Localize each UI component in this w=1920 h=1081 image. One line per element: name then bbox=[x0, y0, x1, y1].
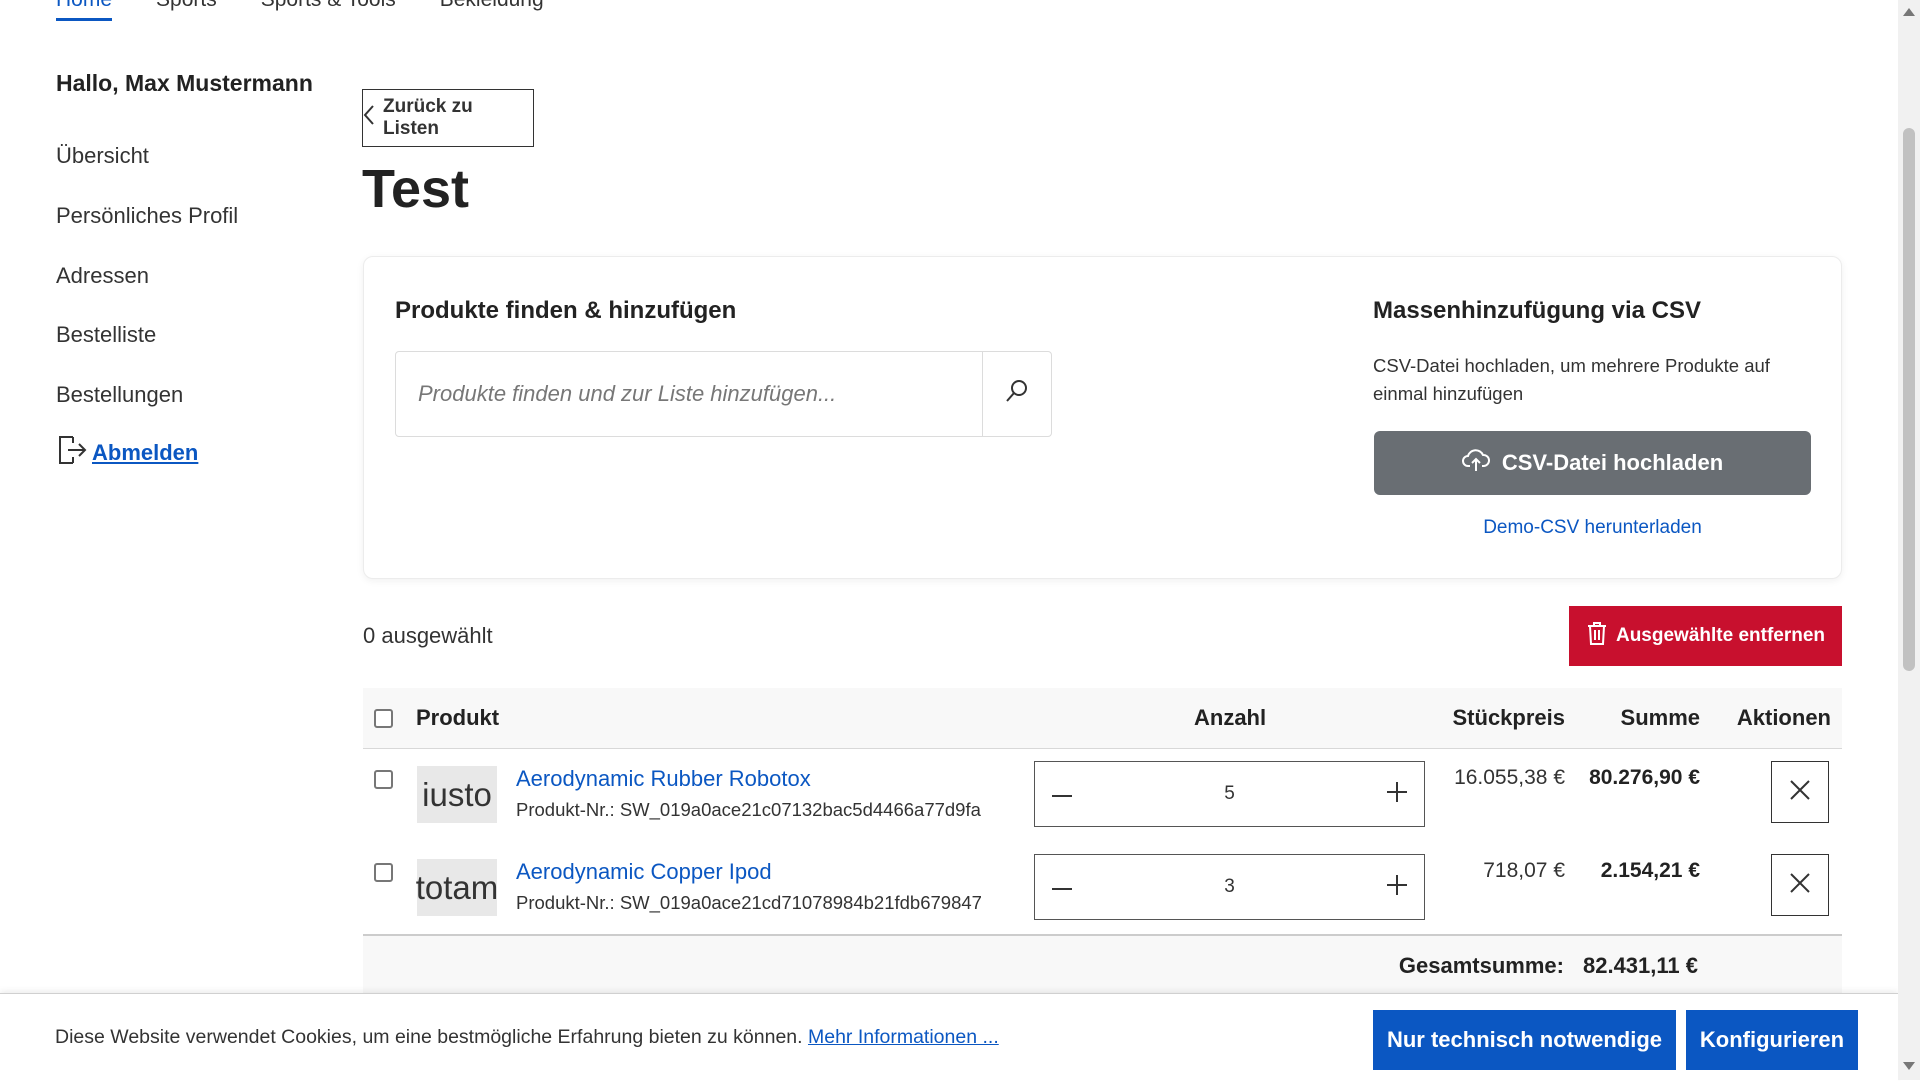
row-checkbox[interactable] bbox=[374, 863, 393, 882]
trash-icon bbox=[1586, 620, 1608, 652]
back-button-label: Zurück zu Listen bbox=[383, 96, 473, 139]
unit-price: 718,07 € bbox=[1483, 859, 1565, 882]
chevron-left-icon bbox=[363, 104, 375, 132]
csv-upload-label: CSV-Datei hochladen bbox=[1501, 450, 1724, 475]
remove-selected-button[interactable]: Ausgewählte entfernen bbox=[1569, 606, 1842, 666]
cookie-more-info-link[interactable]: Mehr Informationen ... bbox=[808, 1026, 999, 1048]
plus-icon bbox=[1386, 781, 1407, 807]
nav-item-bekleidung[interactable]: Bekleidung bbox=[440, 0, 544, 21]
row-checkbox[interactable] bbox=[374, 770, 393, 789]
remove-selected-label: Ausgewählte entfernen bbox=[1615, 625, 1826, 646]
csv-section-title: Massenhinzufügung via CSV bbox=[1373, 297, 1702, 324]
search-button[interactable] bbox=[982, 352, 1051, 436]
nav-item-sports[interactable]: Sports bbox=[156, 0, 217, 21]
logout-label[interactable]: Abmelden bbox=[92, 440, 198, 466]
logout-icon bbox=[56, 433, 88, 472]
minus-icon bbox=[1052, 785, 1072, 803]
selected-count: 0 ausgewählt bbox=[363, 623, 493, 648]
decrease-quantity-button[interactable] bbox=[1047, 872, 1077, 902]
decrease-quantity-button[interactable] bbox=[1047, 779, 1077, 809]
remove-item-button[interactable] bbox=[1771, 761, 1829, 823]
minus-icon bbox=[1052, 878, 1072, 896]
search-icon bbox=[1005, 379, 1029, 410]
page-title: Test bbox=[362, 159, 470, 219]
logout-link[interactable]: Abmelden bbox=[56, 433, 198, 472]
account-greeting: Hallo, Max Mustermann bbox=[56, 70, 313, 96]
quantity-stepper: 3 bbox=[1034, 854, 1425, 920]
increase-quantity-button[interactable] bbox=[1382, 872, 1412, 902]
sidebar-item-profile[interactable]: Persönliches Profil bbox=[56, 203, 238, 229]
csv-upload-button[interactable]: CSV-Datei hochladen bbox=[1374, 431, 1811, 495]
unit-price: 16.055,38 € bbox=[1454, 766, 1565, 789]
scrollbar-thumb[interactable] bbox=[1903, 128, 1915, 671]
sidebar-item-addresses[interactable]: Adressen bbox=[56, 263, 149, 289]
header-sum: Summe bbox=[1620, 705, 1700, 730]
header-quantity: Anzahl bbox=[1194, 705, 1267, 730]
quantity-value[interactable]: 5 bbox=[1224, 783, 1235, 805]
product-thumbnail: totam bbox=[416, 859, 498, 916]
page-scrollbar[interactable] bbox=[1898, 0, 1920, 1080]
sidebar-item-orders[interactable]: Bestellungen bbox=[56, 382, 183, 408]
cookie-banner: Diese Website verwendet Cookies, um eine… bbox=[0, 993, 1898, 1081]
quantity-stepper: 5 bbox=[1034, 761, 1425, 827]
product-search bbox=[395, 351, 1052, 437]
nav-item-home[interactable]: Home bbox=[56, 0, 113, 21]
header-unit-price: Stückpreis bbox=[1452, 705, 1566, 730]
demo-csv-download-link[interactable]: Demo-CSV herunterladen bbox=[1374, 517, 1811, 539]
header-actions: Aktionen bbox=[1736, 705, 1831, 730]
quantity-value[interactable]: 3 bbox=[1224, 876, 1235, 898]
sidebar-item-overview[interactable]: Übersicht bbox=[56, 143, 149, 169]
scroll-up-arrow-icon[interactable] bbox=[1903, 8, 1915, 16]
cookie-configure-button[interactable]: Konfigurieren bbox=[1686, 1010, 1858, 1070]
product-search-input[interactable] bbox=[396, 352, 982, 436]
search-section-title: Produkte finden & hinzufügen bbox=[395, 297, 737, 324]
table-row: iusto Aerodynamic Rubber Robotox Produkt… bbox=[363, 749, 1842, 843]
close-icon bbox=[1789, 872, 1811, 899]
table-row: totam Aerodynamic Copper Ipod Produkt-Nr… bbox=[363, 842, 1842, 936]
table-header: Produkt Anzahl Stückpreis Summe Aktionen bbox=[363, 688, 1842, 749]
cookie-text-container: Diese Website verwendet Cookies, um eine… bbox=[55, 1026, 999, 1049]
total-value: 82.431,11 € bbox=[1582, 953, 1698, 978]
table-total-row: Gesamtsumme: 82.431,11 € bbox=[363, 934, 1842, 996]
product-name-link[interactable]: Aerodynamic Rubber Robotox bbox=[516, 766, 811, 792]
header-product: Produkt bbox=[416, 705, 500, 730]
product-number: Produkt-Nr.: SW_019a0ace21c07132bac5d446… bbox=[516, 799, 981, 820]
nav-item-sports-tools[interactable]: Sports & Tools bbox=[261, 0, 396, 21]
back-to-lists-button[interactable]: Zurück zu Listen bbox=[362, 89, 534, 147]
cookie-necessary-only-button[interactable]: Nur technisch notwendige bbox=[1373, 1010, 1676, 1070]
cloud-upload-icon bbox=[1461, 447, 1490, 479]
row-sum: 80.276,90 € bbox=[1589, 766, 1700, 789]
product-number: Produkt-Nr.: SW_019a0ace21cd71078984b21f… bbox=[516, 892, 982, 913]
top-navigation: Home Sports Sports & Tools Bekleidung bbox=[56, 0, 544, 21]
plus-icon bbox=[1386, 874, 1407, 900]
csv-description: CSV-Datei hochladen, um mehrere Produkte… bbox=[1373, 355, 1770, 404]
select-all-checkbox[interactable] bbox=[374, 709, 393, 728]
row-sum: 2.154,21 € bbox=[1600, 859, 1700, 882]
cookie-message: Diese Website verwendet Cookies, um eine… bbox=[55, 1026, 803, 1048]
sidebar-item-order-list[interactable]: Bestelliste bbox=[56, 322, 156, 348]
product-thumbnail: iusto bbox=[417, 766, 497, 823]
close-icon bbox=[1789, 779, 1811, 806]
add-products-card: Produkte finden & hinzufügen Massenhinzu… bbox=[363, 256, 1842, 579]
total-label: Gesamtsumme: bbox=[1398, 953, 1564, 978]
scroll-down-arrow-icon[interactable] bbox=[1903, 1062, 1915, 1070]
product-name-link[interactable]: Aerodynamic Copper Ipod bbox=[516, 859, 772, 885]
remove-item-button[interactable] bbox=[1771, 854, 1829, 916]
increase-quantity-button[interactable] bbox=[1382, 779, 1412, 809]
